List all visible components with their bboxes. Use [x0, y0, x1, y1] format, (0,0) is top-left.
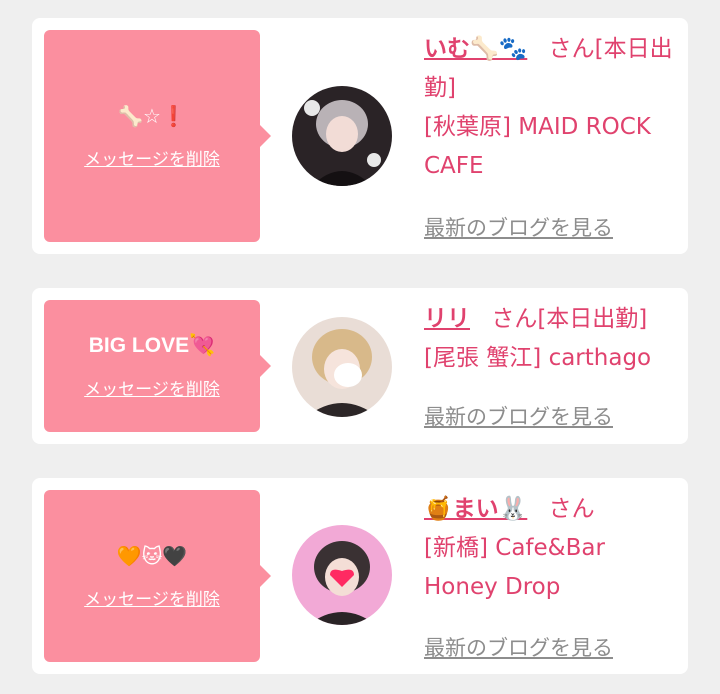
message-text: 🧡🐱🖤: [116, 543, 188, 568]
message-card: 🧡🐱🖤 メッセージを削除 🍯まい🐰 さん [新橋] Cafe&Bar Honey…: [32, 478, 688, 674]
delete-message-link[interactable]: メッセージを削除: [84, 375, 220, 400]
shop-text: [尾張 蟹江] carthago: [424, 345, 652, 371]
cast-info: いむ🦴🐾 さん[本日出勤] [秋葉原] MAID ROCK CAFE: [424, 30, 674, 186]
latest-blog-link[interactable]: 最新のブログを見る: [424, 632, 613, 662]
cast-name-link[interactable]: いむ🦴🐾: [424, 36, 527, 62]
cast-name-link[interactable]: 🍯まい🐰: [424, 496, 527, 522]
avatar[interactable]: [292, 86, 392, 186]
cast-info: 🍯まい🐰 さん [新橋] Cafe&Bar Honey Drop: [424, 490, 674, 607]
delete-message-link[interactable]: メッセージを削除: [84, 145, 220, 170]
honorific: さん: [548, 496, 595, 522]
status-text: [本日出勤]: [537, 306, 648, 332]
shop-text: [秋葉原] MAID ROCK CAFE: [424, 114, 651, 179]
message-bubble: 🧡🐱🖤 メッセージを削除: [44, 490, 271, 662]
shop-text: [新橋] Cafe&Bar Honey Drop: [424, 535, 605, 600]
avatar[interactable]: [292, 317, 392, 417]
message-text: 🦴☆❗: [118, 103, 186, 128]
cast-name-link[interactable]: リリ: [424, 306, 470, 332]
avatar[interactable]: [292, 525, 392, 625]
honorific: さん: [548, 36, 595, 62]
message-card: 🦴☆❗ メッセージを削除 いむ🦴🐾 さん[本日出勤] [秋葉原] MAID RO…: [32, 18, 688, 254]
message-card: BIG LOVE💘 メッセージを削除 リリ さん[本日出勤] [尾張 蟹江] c…: [32, 288, 688, 444]
honorific: さん: [491, 306, 538, 332]
latest-blog-link[interactable]: 最新のブログを見る: [424, 212, 613, 242]
cast-info: リリ さん[本日出勤] [尾張 蟹江] carthago: [424, 300, 674, 378]
message-bubble: 🦴☆❗ メッセージを削除: [44, 30, 271, 242]
message-text: BIG LOVE💘: [88, 333, 216, 357]
delete-message-link[interactable]: メッセージを削除: [84, 585, 220, 610]
message-bubble: BIG LOVE💘 メッセージを削除: [44, 300, 271, 432]
latest-blog-link[interactable]: 最新のブログを見る: [424, 401, 613, 431]
